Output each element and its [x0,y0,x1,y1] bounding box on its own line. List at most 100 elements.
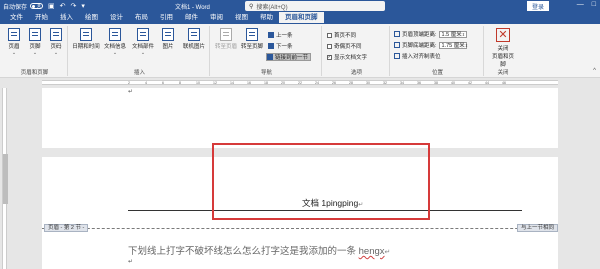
tab-draw[interactable]: 绘图 [79,12,104,24]
autosave-label: 自动保存 [3,4,28,11]
ruler-tick: 34 [400,81,404,85]
show-document-text-checkbox[interactable]: ✓ 显示文档文字 [327,53,367,61]
group-close: ✕ 关闭 页眉和页脚 关闭 [486,26,520,76]
checkbox-box [327,43,332,49]
search-placeholder: 搜索(Alt+Q) [256,4,288,11]
tab-layout[interactable]: 布局 [129,12,154,24]
redo-icon[interactable]: ↷ [71,2,77,10]
goto-header-icon [220,28,232,41]
header-position-icon [394,31,400,37]
search-box[interactable]: ⚲ 搜索(Alt+Q) [245,1,385,11]
goto-header-button[interactable]: 转至页眉 [214,28,238,50]
login-button[interactable]: 登录 [527,1,549,11]
tab-references[interactable]: 引用 [154,12,179,24]
picture-icon [162,28,174,41]
arrow-up-icon [268,32,274,38]
close-header-footer-button[interactable]: ✕ 关闭 页眉和页脚 [490,28,516,68]
checkmark-icon: ✓ [327,54,332,60]
group-label: 关闭 [497,70,509,76]
group-navigation: 转至页眉 转至页脚 上一条 下一条 链接到前一节 导航 [212,26,322,76]
close-icon: ✕ [496,28,510,42]
tab-file[interactable]: 文件 [4,12,29,24]
ribbon: 页眉 ⌄ 页脚 ⌄ 页码 ⌄ 页眉和页脚 日期和时间 文档信息 ⌄ 文档部件 ⌄ 图片 [0,24,600,78]
spinner-arrows-icon[interactable]: ⇕ [462,32,466,37]
collapse-ribbon-icon[interactable]: ^ [593,68,596,74]
minimize-button[interactable]: — [577,1,584,8]
first-page-different-checkbox[interactable]: 首页不同 [327,31,356,39]
ruler-tick: 16 [247,81,251,85]
group-header-footer: 页眉 ⌄ 页脚 ⌄ 页码 ⌄ 页眉和页脚 [2,26,68,76]
insert-alignment-tab-button[interactable]: 插入对齐制表位 [394,52,441,60]
next-section-button[interactable]: 下一条 [268,42,293,50]
quick-parts-button[interactable]: 文档部件 ⌄ [130,28,156,56]
document-info-button[interactable]: 文档信息 ⌄ [102,28,128,56]
tab-insert[interactable]: 插入 [54,12,79,24]
vertical-ruler [2,88,8,269]
tab-help[interactable]: 帮助 [254,12,279,24]
maximize-button[interactable]: □ [592,1,596,8]
header-section-tag: 页眉 - 第 2 节 - [44,224,89,232]
link-icon [267,54,273,60]
tab-design[interactable]: 设计 [104,12,129,24]
group-insert: 日期和时间 文档信息 ⌄ 文档部件 ⌄ 图片 联机图片 插入 [70,26,210,76]
ruler-tick: 28 [349,81,353,85]
undo-icon[interactable]: ↶ [60,2,66,10]
tab-home[interactable]: 开始 [29,12,54,24]
spinner-arrows-icon[interactable]: ⇕ [465,43,469,48]
header-boundary [42,228,558,229]
group-label: 位置 [431,70,443,76]
ruler-tick: 22 [298,81,302,85]
ruler-tick: 40 [451,81,455,85]
autosave-toggle[interactable]: 关 [30,3,44,9]
page-number-button[interactable]: 页码 ⌄ [46,28,66,56]
ruler-tick: 18 [264,81,268,85]
goto-footer-button[interactable]: 转至页脚 [240,28,264,50]
ruler-tick: 36 [417,81,421,85]
group-label: 导航 [260,70,272,76]
ruler-tick: 12 [213,81,217,85]
header-icon [8,28,20,41]
header-button[interactable]: 页眉 ⌄ [4,28,24,56]
group-options: 首页不同 奇偶页不同 ✓ 显示文档文字 选项 [324,26,390,76]
odd-even-different-checkbox[interactable]: 奇偶页不同 [327,42,362,50]
online-picture-button[interactable]: 联机图片 [180,28,208,50]
chevron-down-icon: ⌄ [11,50,17,56]
chevron-down-icon: ⌄ [53,50,59,56]
ruler-tick: 2 [128,81,130,85]
link-to-previous-button[interactable]: 链接到前一节 [266,53,312,61]
ruler-tick: 44 [485,81,489,85]
picture-button[interactable]: 图片 [158,28,178,50]
previous-section-button[interactable]: 上一条 [268,31,293,39]
save-icon[interactable]: ▣ [48,2,55,10]
window-controls: — □ [577,1,596,8]
group-label: 页眉和页脚 [20,70,49,76]
goto-footer-icon [246,28,258,41]
ruler-scale[interactable]: 2 4 6 8 10 12 14 16 18 20 22 24 26 28 30 32 34 36 38 40 42 44… [42,80,558,85]
footer-bottom-distance: 页脚底端距离: 1.75 厘米 ⇕ [394,41,469,49]
tab-view[interactable]: 视图 [229,12,254,24]
quick-parts-icon [137,28,149,41]
customize-toolbar-icon[interactable]: ▾ [81,2,85,10]
calendar-icon [80,28,92,41]
footer-bottom-spinner[interactable]: 1.75 厘米 ⇕ [438,41,469,49]
ruler-tick: 30 [366,81,370,85]
ruler-tick: 20 [281,81,285,85]
ruler-tick: 10 [196,81,200,85]
date-time-button[interactable]: 日期和时间 [72,28,100,50]
body-paragraph[interactable]: 下划线上打字不破坏线怎么怎么打字这是我添加的一条 hengx↵ [128,243,390,257]
footer-button[interactable]: 页脚 ⌄ [25,28,45,56]
tab-mailings[interactable]: 邮件 [179,12,204,24]
paragraph-mark: ↵ [128,89,134,95]
ruler-tick: 14 [230,81,234,85]
header-top-spinner[interactable]: 1.5 厘米 ⇕ [438,30,467,38]
header-top-distance: 页眉顶端距离: 1.5 厘米 ⇕ [394,30,467,38]
ruler-tick: 4 [145,81,147,85]
ruler-tick: 46 [502,81,506,85]
chevron-down-icon: ⌄ [112,50,118,56]
footer-position-icon [394,42,400,48]
tab-header-footer[interactable]: 页眉和页脚 [279,12,324,24]
ruler-tick: 8 [179,81,181,85]
autosave-control[interactable]: 自动保存 关 [3,2,44,11]
page-1[interactable]: ↵ [42,88,558,148]
tab-review[interactable]: 审阅 [204,12,229,24]
